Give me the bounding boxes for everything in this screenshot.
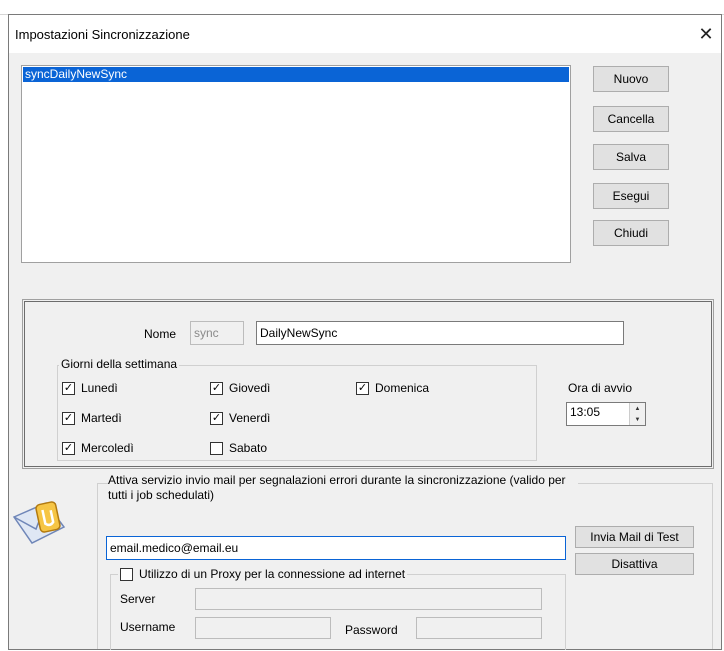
name-label: Nome (144, 327, 177, 341)
checkbox-box (356, 381, 369, 395)
checkbox-sabato[interactable]: Sabato (210, 441, 267, 455)
background-strip (0, 0, 724, 15)
checkbox-box (210, 411, 223, 425)
weekdays-group-label: Giorni della settimana (59, 357, 180, 371)
checkbox-domenica[interactable]: Domenica (356, 381, 429, 395)
checkbox-mercoledi[interactable]: Mercoledì (62, 441, 134, 455)
spin-buttons[interactable]: ▲ ▼ (629, 403, 645, 425)
checkbox-box (62, 411, 75, 425)
sync-list[interactable]: syncDailyNewSync (21, 65, 571, 263)
title-bar: Impostazioni Sincronizzazione ✕ (9, 15, 721, 53)
checkbox-label: Domenica (375, 381, 430, 395)
checkbox-martedi[interactable]: Martedì (62, 411, 122, 425)
disable-button[interactable]: Disattiva (575, 553, 694, 575)
run-button[interactable]: Esegui (593, 183, 669, 209)
checkbox-label: Mercoledì (81, 441, 134, 455)
close-button[interactable]: Chiudi (593, 220, 669, 246)
server-input[interactable] (195, 588, 542, 610)
checkbox-label: Sabato (229, 441, 268, 455)
checkbox-box (62, 441, 75, 455)
save-button[interactable]: Salva (593, 144, 669, 170)
checkbox-label: Lunedì (81, 381, 118, 395)
new-button[interactable]: Nuovo (593, 66, 669, 92)
password-label: Password (345, 623, 398, 637)
mail-group-label: Attiva servizio invio mail per segnalazi… (108, 473, 578, 503)
checkbox-lunedi[interactable]: Lunedì (62, 381, 118, 395)
checkbox-box (120, 567, 133, 581)
name-prefix-field: sync (190, 321, 244, 345)
spin-down-icon[interactable]: ▼ (630, 414, 645, 425)
dialog-title: Impostazioni Sincronizzazione (15, 27, 190, 42)
name-input[interactable]: DailyNewSync (256, 321, 624, 345)
start-time-label: Ora di avvio (568, 381, 633, 395)
start-time-value: 13:05 (570, 405, 601, 419)
password-input[interactable] (416, 617, 542, 639)
proxy-checkbox-label: Utilizzo di un Proxy per la connessione … (139, 567, 406, 581)
server-label: Server (120, 592, 156, 606)
checkbox-giovedi[interactable]: Giovedì (210, 381, 270, 395)
list-item[interactable]: syncDailyNewSync (23, 67, 569, 82)
delete-button[interactable]: Cancella (593, 106, 669, 132)
checkbox-venerdi[interactable]: Venerdì (210, 411, 270, 425)
username-label: Username (120, 620, 176, 634)
checkbox-box (210, 441, 223, 455)
checkbox-label: Venerdì (229, 411, 271, 425)
mail-envelope-icon (12, 501, 66, 544)
send-test-mail-button[interactable]: Invia Mail di Test (575, 526, 694, 548)
close-icon[interactable]: ✕ (693, 21, 719, 47)
proxy-checkbox[interactable]: Utilizzo di un Proxy per la connessione … (118, 567, 408, 581)
checkbox-box (210, 381, 223, 395)
checkbox-box (62, 381, 75, 395)
email-input[interactable]: email.medico@email.eu (106, 536, 566, 560)
username-input[interactable] (195, 617, 331, 639)
checkbox-label: Martedì (81, 411, 122, 425)
checkbox-label: Giovedì (229, 381, 271, 395)
start-time-stepper[interactable]: 13:05 ▲ ▼ (566, 402, 646, 426)
spin-up-icon[interactable]: ▲ (630, 403, 645, 414)
